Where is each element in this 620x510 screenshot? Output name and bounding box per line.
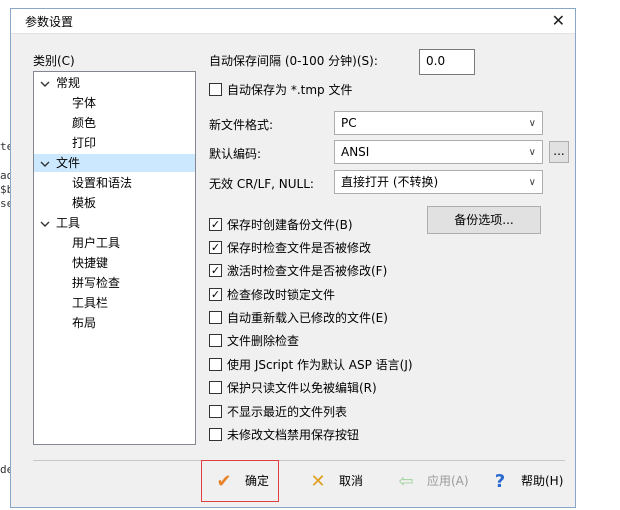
option-checkbox[interactable] [209, 381, 222, 394]
tree-item-print[interactable]: 打印 [72, 134, 96, 152]
cancel-button[interactable]: ✕ 取消 [307, 462, 363, 500]
default-encoding-select[interactable]: ANSI ∨ [334, 140, 543, 164]
option-checkbox[interactable]: ✓ [209, 288, 222, 301]
arrow-left-icon: ⇦ [398, 470, 414, 492]
tree-item-tools[interactable]: 工具 [40, 214, 80, 232]
tree-item-user-tools[interactable]: 用户工具 [72, 234, 120, 252]
new-file-format-select[interactable]: PC ∨ [334, 111, 543, 135]
tree-item-file[interactable]: 文件 [34, 154, 195, 172]
option-label: 文件删除检查 [227, 334, 300, 348]
encoding-more-button[interactable]: ... [549, 141, 569, 163]
option-checkbox[interactable] [209, 428, 222, 441]
tree-item-color[interactable]: 颜色 [72, 114, 96, 132]
backup-options-button[interactable]: 备份选项... [427, 206, 541, 234]
check-icon: ✔ [216, 470, 232, 492]
tree-item-shortcuts[interactable]: 快捷键 [72, 254, 108, 272]
autosave-tmp-label: 自动保存为 *.tmp 文件 [227, 83, 353, 97]
option-checkbox[interactable]: ✓ [209, 241, 222, 254]
autosave-interval-label: 自动保存间隔 (0-100 分钟)(S): [209, 54, 378, 68]
ok-button[interactable]: ✔ 确定 [213, 462, 269, 500]
option-label: 自动重新载入已修改的文件(E) [227, 311, 388, 325]
option-checkbox[interactable] [209, 311, 222, 324]
invalid-crlf-label: 无效 CR/LF, NULL: [209, 177, 314, 191]
option-checkbox[interactable] [209, 358, 222, 371]
option-label: 不显示最近的文件列表 [227, 405, 348, 419]
preferences-dialog: 参数设置 ✕ 类别(C) 常规 字体 颜色 打印 文件 设置和语法 模板 工具 … [10, 8, 576, 508]
title-bar: 参数设置 ✕ [11, 9, 575, 34]
tree-item-layout[interactable]: 布局 [72, 314, 96, 332]
new-file-format-label: 新文件格式: [209, 118, 274, 132]
tree-item-toolbar[interactable]: 工具栏 [72, 294, 108, 312]
chevron-down-icon[interactable] [40, 79, 50, 89]
tree-item-template[interactable]: 模板 [72, 194, 96, 212]
category-label: 类别(C) [33, 54, 75, 68]
tree-item-spellcheck[interactable]: 拼写检查 [72, 274, 120, 292]
help-icon: ? [494, 470, 506, 492]
help-button[interactable]: ? 帮助(H) [489, 462, 564, 500]
option-checkbox[interactable]: ✓ [209, 264, 222, 277]
dialog-title: 参数设置 [25, 15, 74, 29]
option-label: 检查修改时锁定文件 [227, 288, 336, 302]
option-label: 保存时检查文件是否被修改 [227, 241, 372, 255]
cancel-icon: ✕ [310, 470, 326, 492]
option-label: 保存时创建备份文件(B) [227, 218, 353, 232]
invalid-crlf-select[interactable]: 直接打开 (不转换) ∨ [334, 170, 543, 194]
option-checkbox[interactable] [209, 405, 222, 418]
option-label: 保护只读文件以免被编辑(R) [227, 381, 377, 395]
chevron-down-icon[interactable] [40, 219, 50, 229]
category-tree[interactable]: 常规 字体 颜色 打印 文件 设置和语法 模板 工具 用户工具 快捷键 拼写检查… [33, 71, 196, 445]
chevron-down-icon: ∨ [528, 147, 536, 158]
option-label: 未修改文档禁用保存按钮 [227, 428, 360, 442]
chevron-down-icon: ∨ [528, 118, 536, 129]
chevron-down-icon[interactable] [40, 159, 50, 169]
option-checkbox[interactable]: ✓ [209, 218, 222, 231]
option-label: 激活时检查文件是否被修改(F) [227, 264, 388, 278]
apply-button[interactable]: ⇦ 应用(A) [395, 462, 468, 500]
tree-item-general[interactable]: 常规 [40, 74, 80, 92]
autosave-tmp-checkbox[interactable] [209, 83, 222, 96]
autosave-interval-input[interactable]: 0.0 [419, 49, 475, 75]
tree-item-font[interactable]: 字体 [72, 94, 96, 112]
footer-divider [33, 460, 565, 461]
chevron-down-icon: ∨ [528, 177, 536, 188]
default-encoding-label: 默认编码: [209, 147, 262, 161]
option-checkbox[interactable] [209, 334, 222, 347]
close-icon[interactable]: ✕ [552, 11, 565, 30]
tree-item-settings-syntax[interactable]: 设置和语法 [72, 174, 132, 192]
option-label: 使用 JScript 作为默认 ASP 语言(J) [227, 358, 413, 372]
